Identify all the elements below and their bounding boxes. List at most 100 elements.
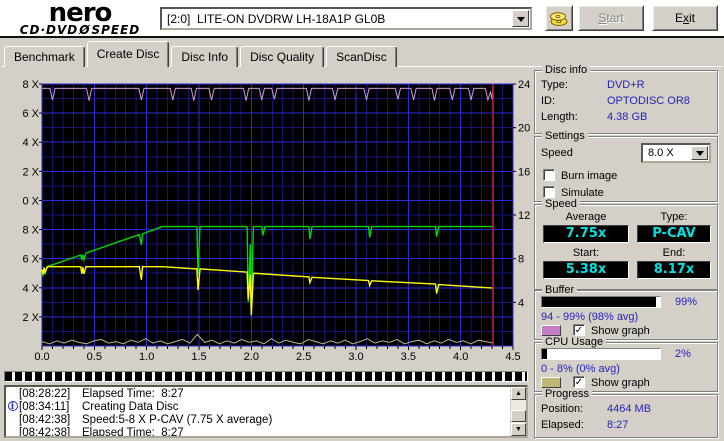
top-banner: nero CD·DVDØSPEED [2:0] LITE-ON DVDRW LH… (0, 0, 724, 36)
buffer-bar (541, 296, 661, 308)
burn-image-label: Burn image (561, 170, 618, 182)
log-text: Speed:5-8 X P-CAV (7.75 X average) (82, 414, 273, 426)
speed-setting-label: Speed (541, 147, 573, 159)
position-value: 4464 MB (607, 403, 652, 415)
group-legend: Disc info (542, 64, 591, 76)
log-time: [08:28:22] (19, 388, 71, 400)
overall-progress-fill (5, 372, 527, 381)
log-lines: [08:28:22] Elapsed Time: 8:27 i [08:34:11] C… (6, 388, 510, 438)
log-line: [08:42:38] Elapsed Time: 8:27 (6, 427, 510, 438)
end-display: 8.17x (637, 261, 711, 279)
drive-selector[interactable]: [2:0] LITE-ON DVDRW LH-18A1P GL0B (160, 7, 532, 30)
cpu-show-graph-checkbox[interactable]: ✓ (573, 376, 585, 388)
brand-text: nero (48, 0, 113, 28)
svg-text:6 X: 6 X (22, 254, 39, 266)
eject-button[interactable] (545, 5, 573, 31)
settings-group: Settings Speed 8.0 X Burn image Simulate (534, 130, 718, 202)
buffer-show-graph-checkbox[interactable]: ✓ (573, 324, 585, 336)
svg-text:3.5: 3.5 (401, 351, 416, 363)
cpu-bar-fill (542, 349, 547, 359)
elapsed-label: Elapsed: (541, 419, 584, 431)
scroll-thumb[interactable] (511, 410, 526, 422)
simulate-checkbox[interactable] (543, 186, 555, 198)
disc-info-group: Disc info Type: DVD+R ID: OPTODISC OR8 L… (534, 64, 718, 134)
start-display: 5.38x (543, 261, 629, 279)
info-icon: i (6, 401, 19, 414)
log-text: Creating Data Disc (82, 401, 179, 413)
tab-disc-quality[interactable]: Disc Quality (240, 46, 325, 67)
speed-chart: 18 X 16 X 14 X 12 X 10 X 8 X 6 X 4 X 2 X 24 20 16 12… (22, 79, 530, 363)
buffer-group: Buffer 99% 94 - 99% (98% avg) ✓ Show gra… (534, 284, 718, 340)
svg-text:16 X: 16 X (22, 108, 40, 120)
log-line: i [08:34:11] Creating Data Disc (6, 401, 510, 414)
elapsed-value: 8:27 (607, 419, 629, 431)
svg-text:16: 16 (518, 166, 530, 178)
svg-text:0.0: 0.0 (34, 351, 49, 363)
position-label: Position: (541, 403, 584, 415)
svg-text:18 X: 18 X (22, 79, 40, 91)
tab-scandisc[interactable]: ScanDisc (326, 46, 397, 67)
svg-text:0.5: 0.5 (87, 351, 102, 363)
nero-logo: nero CD·DVDØSPEED (4, 0, 156, 37)
cpu-range: 0 - 8% (0% avg) (541, 363, 620, 375)
buffer-range: 94 - 99% (98% avg) (541, 311, 639, 323)
log-time: [08:42:38] (19, 414, 71, 426)
svg-text:4: 4 (518, 297, 524, 309)
buffer-color-swatch (541, 325, 561, 336)
group-legend: Settings (542, 130, 588, 142)
tab-disc-info[interactable]: Disc Info (171, 46, 239, 67)
cpu-show-graph-label: Show graph (591, 377, 650, 389)
buffer-bar-fill (542, 297, 657, 307)
dropdown-arrow-icon[interactable] (512, 10, 529, 27)
cpu-usage-group: CPU Usage 2% 0 - 8% (0% avg) ✓ Show grap… (534, 336, 718, 392)
log-line: [08:42:38] Speed:5-8 X P-CAV (7.75 X aver… (6, 414, 510, 427)
type-display: P-CAV (637, 225, 711, 243)
progress-group: Progress Position: 4464 MB Elapsed: 8:27 (534, 388, 718, 438)
scroll-up-button[interactable]: ▲ (511, 387, 526, 400)
discs-icon (550, 11, 568, 26)
svg-text:2 X: 2 X (22, 312, 39, 324)
end-label: End: (662, 247, 686, 259)
svg-text:2.0: 2.0 (244, 351, 259, 363)
product-text: CD·DVDØSPEED (19, 23, 141, 37)
disc-icon: Ø (79, 23, 91, 37)
app-window: nero CD·DVDØSPEED [2:0] LITE-ON DVDRW LH… (0, 0, 724, 441)
svg-text:8 X: 8 X (22, 225, 39, 237)
start-button[interactable]: Start (578, 5, 644, 31)
log-line: [08:28:22] Elapsed Time: 8:27 (6, 388, 510, 401)
log-scrollbar[interactable]: ▲ ▼ (510, 387, 526, 436)
average-label: Average (565, 211, 607, 223)
svg-text:12: 12 (518, 210, 530, 222)
tab-create-disc[interactable]: Create Disc (86, 41, 170, 67)
svg-text:2.5: 2.5 (296, 351, 311, 363)
cpu-color-swatch (541, 377, 561, 388)
svg-text:20: 20 (518, 123, 530, 135)
type-label: Type: (660, 211, 688, 223)
exit-button[interactable]: Exit (652, 5, 718, 31)
log-text: Elapsed Time: 8:27 (82, 427, 184, 438)
svg-text:3.0: 3.0 (348, 351, 363, 363)
burn-image-checkbox[interactable] (543, 169, 555, 181)
start-label: Start: (572, 247, 600, 259)
svg-text:4.0: 4.0 (453, 351, 468, 363)
tab-bar: Benchmark Create Disc Disc Info Disc Qualit… (2, 40, 722, 67)
tab-benchmark[interactable]: Benchmark (4, 46, 85, 67)
drive-selector-value: [2:0] LITE-ON DVDRW LH-18A1P GL0B (167, 12, 386, 26)
dropdown-arrow-icon[interactable] (691, 146, 708, 160)
svg-text:24: 24 (518, 79, 530, 91)
svg-text:8: 8 (518, 254, 524, 266)
cpu-bar (541, 348, 661, 360)
log-box[interactable]: [08:28:22] Elapsed Time: 8:27 i [08:34:11] C… (4, 385, 528, 438)
disc-length-value: 4.38 GB (607, 111, 648, 123)
disc-id-label: ID: (541, 95, 556, 107)
group-legend: Speed (542, 198, 580, 210)
average-display: 7.75x (543, 225, 629, 243)
svg-text:14 X: 14 X (22, 137, 40, 149)
overall-progress-bar (4, 371, 528, 382)
speed-selector[interactable]: 8.0 X (641, 143, 711, 163)
scroll-down-button[interactable]: ▼ (511, 423, 526, 436)
group-legend: Buffer (542, 284, 578, 296)
buffer-percent: 99% (675, 296, 698, 308)
speed-group: Speed Average Type: 7.75x P-CAV Start: E… (534, 198, 718, 290)
disc-id-value: OPTODISC OR8 (607, 95, 690, 107)
